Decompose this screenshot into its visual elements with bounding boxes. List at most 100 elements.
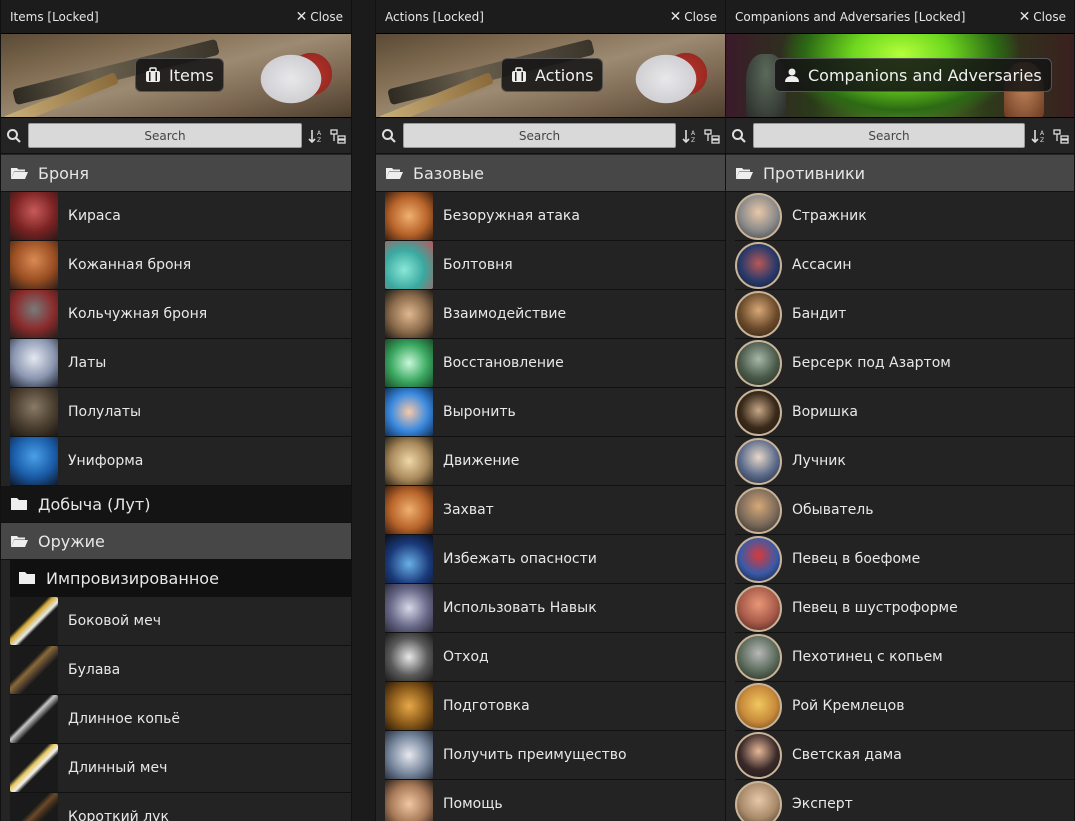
list-item[interactable]: Стражник [735, 192, 1074, 241]
shortbow-thumbnail [10, 793, 58, 821]
companions-list: Противники Стражник Ассасин Бандит Берсе… [726, 154, 1074, 821]
list-item[interactable]: Бандит [735, 290, 1074, 339]
avatar [735, 241, 782, 289]
svg-text:A: A [691, 130, 696, 137]
list-item[interactable]: Кираса [10, 192, 351, 241]
list-item[interactable]: Помощь [385, 780, 725, 821]
uniform-thumbnail [10, 437, 58, 485]
actions-search-input[interactable] [403, 123, 676, 148]
interact-icon [385, 290, 433, 338]
items-banner-text: Items [169, 65, 214, 85]
sort-icon[interactable]: AZ [682, 128, 698, 144]
list-item[interactable]: Короткий лук [10, 793, 351, 821]
items-banner-label: Items [135, 58, 224, 92]
longsword-thumbnail [10, 744, 58, 792]
entry-label: Взаимодействие [443, 306, 567, 322]
list-item[interactable]: Отход [385, 633, 725, 682]
list-item[interactable]: Берсерк под Азартом [735, 339, 1074, 388]
list-item[interactable]: Светская дама [735, 731, 1074, 780]
mace-thumbnail [10, 646, 58, 694]
entry-label: Длинное копьё [68, 711, 180, 727]
search-icon [7, 128, 21, 143]
companions-search-input[interactable] [753, 123, 1025, 148]
folder-improvised[interactable]: Импровизированное [10, 560, 351, 597]
search-icon [732, 128, 746, 143]
list-item[interactable]: Подготовка [385, 682, 725, 731]
list-item[interactable]: Болтовня [385, 241, 725, 290]
list-item[interactable]: Восстановление [385, 339, 725, 388]
list-item[interactable]: Захват [385, 486, 725, 535]
list-item[interactable]: Взаимодействие [385, 290, 725, 339]
list-item[interactable]: Эксперт [735, 780, 1074, 821]
list-item[interactable]: Рой Кремлецов [735, 682, 1074, 731]
actions-title: Actions [Locked] [385, 9, 484, 24]
list-item[interactable]: Безоружная атака [385, 192, 725, 241]
sort-icon[interactable]: AZ [308, 128, 324, 144]
companions-close-label: Close [1033, 9, 1066, 24]
list-item[interactable]: Полулаты [10, 388, 351, 437]
collapse-folders-icon[interactable] [1053, 128, 1069, 144]
folder-adversaries[interactable]: Противники [726, 155, 1074, 192]
collapse-folders-icon[interactable] [330, 128, 346, 144]
items-search-input[interactable] [28, 123, 302, 148]
list-item[interactable]: Кожанная броня [10, 241, 351, 290]
companions-search-row: AZ [726, 118, 1074, 154]
drop-icon [385, 388, 433, 436]
list-item[interactable]: Длинное копьё [10, 695, 351, 744]
folder-basic[interactable]: Базовые [376, 155, 725, 192]
list-item[interactable]: Пехотинец с копьем [735, 633, 1074, 682]
sidesword-thumbnail [10, 597, 58, 645]
list-item[interactable]: Певец в боефоме [735, 535, 1074, 584]
leather-armor-thumbnail [10, 241, 58, 289]
items-titlebar[interactable]: Items [Locked] ✕ Close [1, 0, 351, 34]
list-item[interactable]: Певец в шустроформе [735, 584, 1074, 633]
list-item[interactable]: Выронить [385, 388, 725, 437]
folder-open-icon [11, 168, 28, 179]
recover-icon [385, 339, 433, 387]
list-item[interactable]: Булава [10, 646, 351, 695]
collapse-folders-icon[interactable] [704, 128, 720, 144]
folder-loot[interactable]: Добыча (Лут) [1, 486, 351, 523]
avatar [735, 584, 782, 632]
list-item[interactable]: Использовать Навык [385, 584, 725, 633]
folder-armor[interactable]: Броня [1, 155, 351, 192]
actions-close-button[interactable]: ✕ Close [670, 9, 717, 25]
entry-label: Латы [68, 355, 107, 371]
list-item[interactable]: Ассасин [735, 241, 1074, 290]
entry-label: Булава [68, 662, 121, 678]
entry-label: Обыватель [792, 502, 874, 518]
skill-icon [385, 584, 433, 632]
list-item[interactable]: Получить преимущество [385, 731, 725, 780]
entry-label: Рой Кремлецов [792, 698, 905, 714]
list-item[interactable]: Кольчужная броня [10, 290, 351, 339]
companions-titlebar[interactable]: Companions and Adversaries [Locked] ✕ Cl… [726, 0, 1074, 34]
svg-text:A: A [1040, 130, 1045, 137]
actions-titlebar[interactable]: Actions [Locked] ✕ Close [376, 0, 725, 34]
actions-banner-label: Actions [501, 58, 604, 92]
list-item[interactable]: Избежать опасности [385, 535, 725, 584]
list-item[interactable]: Длинный меч [10, 744, 351, 793]
list-item[interactable]: Воришка [735, 388, 1074, 437]
list-item[interactable]: Боковой меч [10, 597, 351, 646]
close-icon: ✕ [295, 8, 308, 25]
entry-label: Кираса [68, 208, 121, 224]
folder-weapons[interactable]: Оружие [1, 523, 351, 560]
list-item[interactable]: Движение [385, 437, 725, 486]
items-close-label: Close [310, 9, 343, 24]
entry-label: Полулаты [68, 404, 142, 420]
list-item[interactable]: Обыватель [735, 486, 1074, 535]
avatar [735, 339, 782, 387]
folder-open-icon [11, 536, 28, 547]
folder-label: Противники [763, 163, 866, 183]
sort-icon[interactable]: AZ [1031, 128, 1047, 144]
list-item[interactable]: Латы [10, 339, 351, 388]
list-item[interactable]: Униформа [10, 437, 351, 486]
entry-label: Безоружная атака [443, 208, 580, 224]
companions-close-button[interactable]: ✕ Close [1019, 9, 1066, 25]
entry-label: Берсерк под Азартом [792, 355, 951, 371]
entry-label: Бандит [792, 306, 847, 322]
items-close-button[interactable]: ✕ Close [296, 9, 343, 25]
avatar [735, 633, 782, 681]
list-item[interactable]: Лучник [735, 437, 1074, 486]
prepare-icon [385, 682, 433, 730]
